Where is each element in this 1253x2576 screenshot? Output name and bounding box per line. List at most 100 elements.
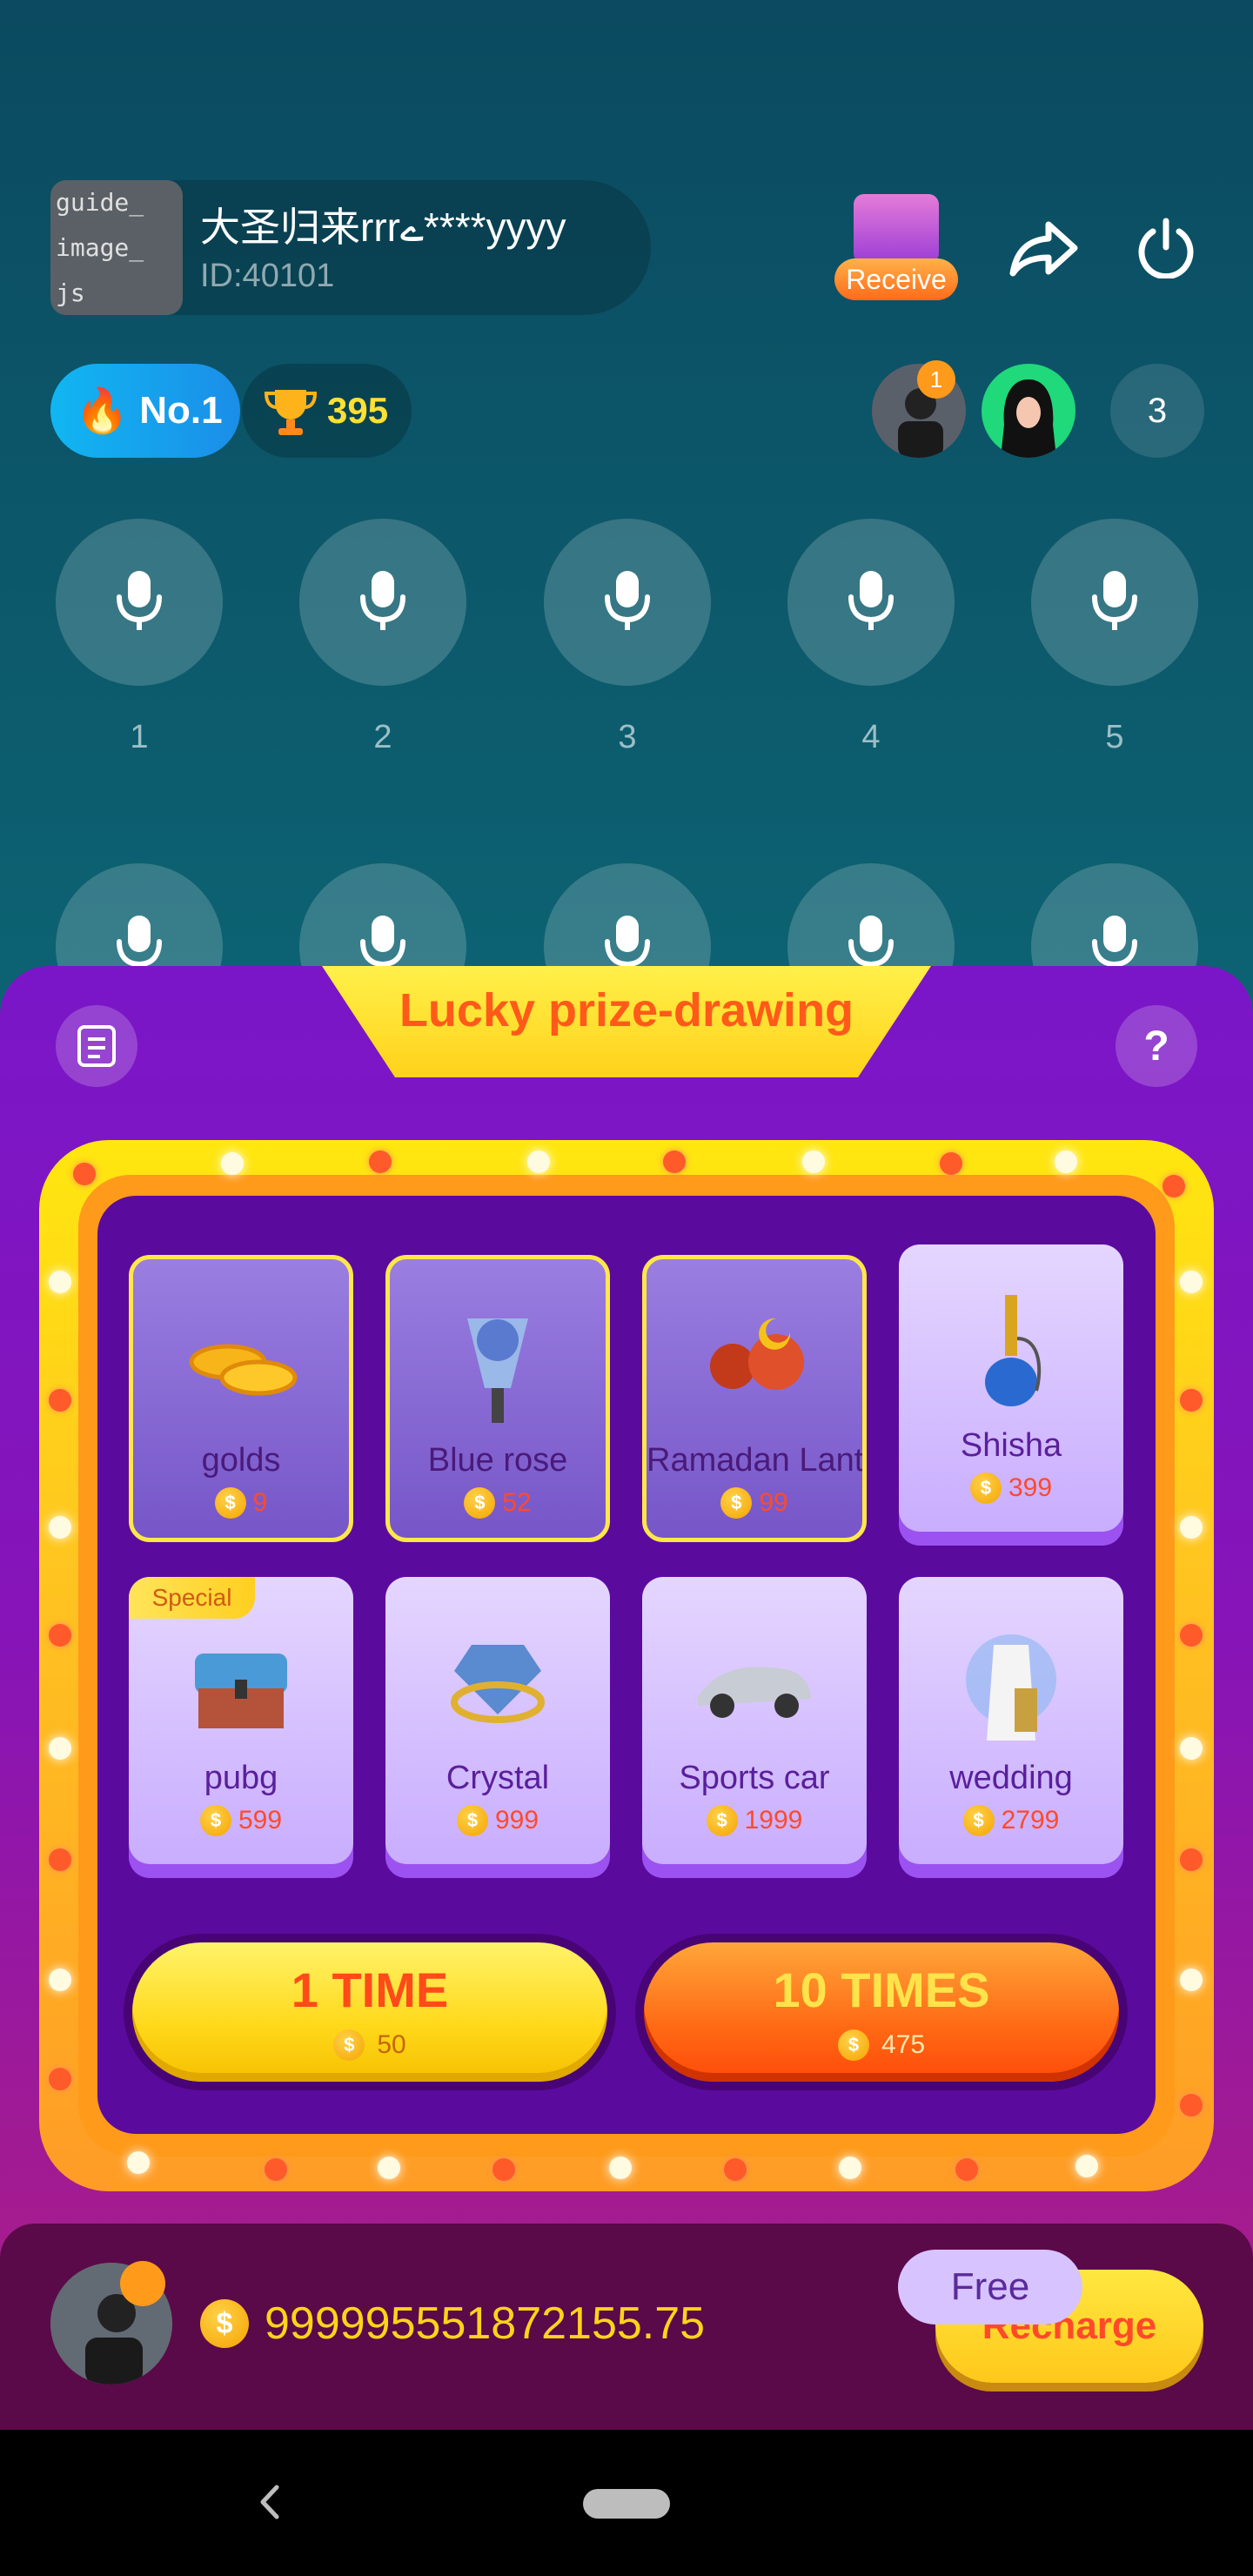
draw-ten-label: 10 TIMES [773, 1962, 990, 2017]
prize-card[interactable]: Blue rose $52 [385, 1255, 610, 1542]
panel-title: Lucky prize-drawing [399, 984, 854, 1036]
light-bulb [1180, 1389, 1203, 1412]
coin-icon: $ [837, 2029, 869, 2061]
prize-image-icon [689, 1301, 820, 1432]
draw-once-price: 50 [377, 2030, 406, 2059]
coin-icon: $ [199, 1805, 231, 1836]
prize-name: Blue rose [427, 1442, 568, 1479]
light-bulb [1075, 2155, 1098, 2177]
coin-icon: $ [962, 1805, 995, 1836]
light-bulb [49, 1737, 71, 1760]
prize-card[interactable]: golds $9 [129, 1255, 353, 1542]
trophy-icon [264, 390, 318, 435]
audience-count[interactable]: 3 [1110, 364, 1204, 458]
receive-label: Receive [834, 258, 958, 300]
records-button[interactable] [56, 1005, 137, 1087]
prize-card[interactable]: Special pubg $599 [129, 1577, 353, 1864]
receive-gift-button[interactable]: Receive [831, 187, 962, 300]
seat-number: 1 [130, 719, 149, 755]
draw-ten-button[interactable]: 10 TIMES $475 [644, 1942, 1119, 2082]
light-bulb [49, 1271, 71, 1293]
microphone-icon [597, 566, 658, 640]
coin-balance: $ 999995551872155.75 [200, 2298, 705, 2350]
mic-seat-2[interactable] [299, 519, 466, 686]
prize-price: $399 [899, 1472, 1123, 1504]
trophy-badge[interactable]: 395 [242, 364, 412, 458]
help-button[interactable]: ? [1116, 1005, 1197, 1087]
seat-number: 3 [618, 719, 637, 755]
prize-card[interactable]: wedding $2799 [899, 1577, 1123, 1864]
light-bulb [1163, 1175, 1185, 1197]
light-bulb [527, 1150, 550, 1173]
chevron-left-icon [260, 2485, 279, 2519]
light-bulb [1180, 1271, 1203, 1293]
light-bulb [221, 1152, 244, 1175]
prize-price-value: 52 [502, 1488, 532, 1517]
prize-name: wedding [949, 1760, 1073, 1796]
prize-price-value: 399 [1008, 1473, 1053, 1502]
light-bulb [724, 2158, 747, 2181]
share-icon [1009, 221, 1078, 277]
prize-price: $2799 [899, 1805, 1123, 1836]
list-icon [77, 1025, 116, 1067]
light-bulb [1180, 1516, 1203, 1539]
free-badge[interactable]: Free [898, 2250, 1082, 2324]
top-rank-number: 1 [929, 366, 943, 392]
draw-ten-price: 475 [881, 2030, 926, 2059]
prize-price: $9 [133, 1487, 349, 1519]
mic-seat-1[interactable] [56, 519, 223, 686]
room-name: 大圣归来rrrے****yyyy [200, 205, 566, 250]
prize-price: $52 [390, 1487, 606, 1519]
back-button[interactable] [252, 2480, 287, 2528]
light-bulb [127, 2151, 150, 2174]
microphone-icon [352, 566, 413, 640]
share-button[interactable] [1005, 209, 1083, 287]
rank-badge[interactable]: 🔥 No.1 [50, 364, 240, 458]
light-bulb [955, 2158, 978, 2181]
coin-icon: $ [720, 1487, 753, 1519]
hijab-avatar-icon [1001, 379, 1056, 458]
prize-image-icon [946, 1619, 1076, 1749]
crown-icon [120, 2261, 165, 2306]
light-bulb [609, 2157, 632, 2179]
home-button[interactable] [583, 2489, 670, 2519]
prize-name: Ramadan Lant... [647, 1442, 862, 1479]
light-bulb [940, 1152, 962, 1175]
light-bulb [1180, 2094, 1203, 2116]
microphone-icon [841, 566, 901, 640]
prize-card[interactable]: Sports car $1999 [642, 1577, 867, 1864]
coin-icon: $ [464, 1487, 496, 1519]
prize-card[interactable]: Crystal $999 [385, 1577, 610, 1864]
prize-card[interactable]: Ramadan Lant... $99 [642, 1255, 867, 1542]
thumb-line: js [56, 278, 85, 307]
light-bulb [663, 1150, 686, 1173]
prize-price-value: 599 [238, 1806, 283, 1835]
exit-button[interactable] [1127, 209, 1205, 287]
seat-number: 4 [861, 719, 881, 755]
mic-seat-3[interactable] [544, 519, 711, 686]
draw-once-button[interactable]: 1 TIME $50 [132, 1942, 607, 2082]
light-bulb [1055, 1150, 1077, 1173]
microphone-icon [109, 566, 170, 640]
mic-seat-5[interactable] [1031, 519, 1198, 686]
prize-price: $599 [129, 1805, 353, 1836]
mic-seat-4[interactable] [787, 519, 955, 686]
light-bulb [1180, 1848, 1203, 1871]
prize-image-icon [432, 1619, 563, 1749]
coin-icon: $ [969, 1472, 1002, 1504]
prize-name: Crystal [446, 1760, 550, 1796]
room-thumbnail: guide_ image_ js [50, 180, 183, 315]
draw-ten-button-frame: 10 TIMES $475 [635, 1934, 1128, 2090]
prize-price: $1999 [642, 1805, 867, 1836]
light-bulb [802, 1150, 825, 1173]
prize-card[interactable]: Shisha $399 [899, 1244, 1123, 1532]
microphone-icon [1084, 566, 1145, 640]
coin-icon: $ [200, 2299, 249, 2348]
draw-once-button-frame: 1 TIME $50 [124, 1934, 616, 2090]
audience-avatar[interactable] [982, 364, 1075, 458]
light-bulb [369, 1150, 392, 1173]
light-bulb [378, 2157, 400, 2179]
prize-price-value: 999 [494, 1806, 539, 1835]
light-bulb [1180, 1737, 1203, 1760]
fire-icon: 🔥 [75, 386, 130, 435]
